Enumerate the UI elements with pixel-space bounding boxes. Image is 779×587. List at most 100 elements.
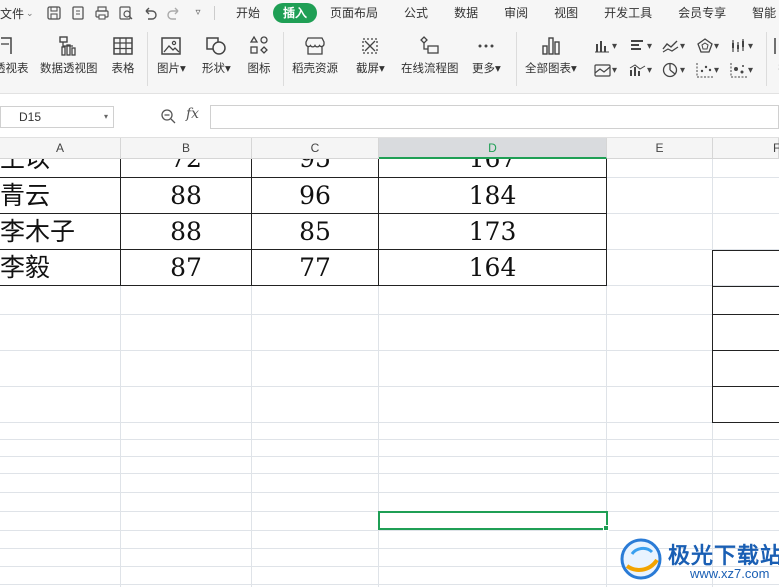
cell-name[interactable]: 李木子 [0, 214, 120, 250]
customize-toolbar-icon[interactable]: ▿ [190, 5, 206, 21]
print-preview-icon[interactable] [118, 5, 134, 21]
formula-bar: D15 ▾ fx [0, 94, 779, 138]
all-charts-label: 全部图表▾ [525, 63, 577, 75]
undo-icon[interactable] [142, 5, 158, 21]
export-pdf-icon[interactable] [70, 5, 86, 21]
combo-chart-button[interactable]: ▾ [629, 60, 652, 80]
picture-button[interactable]: 图片▾ [157, 34, 186, 76]
tab-view[interactable]: 视图 [541, 3, 591, 23]
chevron-down-icon[interactable]: ▾ [104, 107, 108, 127]
watermark-url: www.xz7.com [690, 566, 770, 581]
column-header-b[interactable]: B [121, 138, 252, 159]
line-chart-icon [662, 40, 679, 53]
screenshot-button[interactable]: 截屏▾ [356, 34, 385, 76]
pie-chart-icon [662, 62, 678, 78]
menu-bar: 文件 ⌄ ▿ 开始 插入 页面布局 公式 数据 审阅 视图 开发工具 会员专享 [0, 0, 779, 26]
spreadsheet-grid[interactable]: 王以 72 95 167 青云 88 96 184 李木子 88 85 173 … [0, 159, 779, 587]
table-border [606, 159, 607, 286]
more-button[interactable]: 更多▾ [472, 34, 501, 76]
divider [516, 32, 517, 86]
radar-chart-button[interactable]: ▾ [696, 36, 719, 56]
watermark: 极光下载站 www.xz7.com [612, 532, 779, 587]
grid-line [0, 422, 779, 423]
radar-chart-icon [697, 38, 713, 53]
tab-data[interactable]: 数据 [441, 3, 491, 23]
horizontal-bar-icon [631, 40, 643, 50]
tab-review[interactable]: 审阅 [491, 3, 541, 23]
zoom-icon[interactable] [160, 108, 176, 124]
redo-icon[interactable] [166, 5, 182, 21]
tab-home[interactable]: 开始 [223, 3, 273, 23]
tab-smart[interactable]: 智能 [739, 3, 776, 23]
column-header-f[interactable]: F [713, 138, 779, 159]
more-label: 更多▾ [472, 63, 501, 75]
cell-value[interactable]: 96 [252, 178, 378, 214]
fx-button[interactable]: fx [186, 106, 199, 122]
pivot-table-label: 透视表 [0, 63, 29, 75]
table-icon [113, 37, 133, 55]
cell-name[interactable]: 青云 [0, 178, 120, 214]
pivot-table-button[interactable]: 透视表 [0, 34, 29, 76]
divider [283, 32, 284, 86]
resources-button[interactable]: 稻壳资源 [292, 34, 338, 76]
column-chart-button[interactable]: ▾ [594, 36, 617, 56]
column-header-a[interactable]: A [0, 138, 121, 159]
cell-value[interactable]: 72 [121, 159, 251, 177]
pie-chart-button[interactable]: ▾ [662, 60, 685, 80]
cell-value[interactable]: 164 [379, 250, 606, 286]
file-menu[interactable]: 文件 ⌄ [0, 5, 44, 22]
tab-page-layout[interactable]: 页面布局 [317, 3, 391, 23]
divider [766, 32, 767, 86]
cell-value[interactable]: 85 [252, 214, 378, 250]
table-border [712, 286, 779, 287]
column-header-d[interactable]: D [379, 138, 607, 159]
column-header-c[interactable]: C [252, 138, 379, 159]
save-icon[interactable] [46, 5, 62, 21]
cell-value[interactable]: 87 [121, 250, 251, 286]
icon-button[interactable]: 图标 [247, 34, 271, 76]
tab-member[interactable]: 会员专享 [665, 3, 739, 23]
combo-chart-icon [629, 64, 646, 76]
cell-value[interactable]: 173 [379, 214, 606, 250]
insert-more-button[interactable]: 插 [772, 34, 779, 76]
cell-value[interactable]: 88 [121, 214, 251, 250]
grid-line [0, 314, 779, 315]
flowchart-button[interactable]: 在线流程图 [401, 34, 459, 76]
flowchart-icon [419, 36, 439, 54]
cell-name[interactable]: 王以 [0, 159, 120, 177]
tab-developer[interactable]: 开发工具 [591, 3, 665, 23]
formula-input[interactable] [210, 105, 779, 129]
grid-line [0, 350, 779, 351]
scatter-chart-button[interactable]: ▾ [696, 60, 719, 80]
print-icon[interactable] [94, 5, 110, 21]
stock-chart-icon [732, 39, 744, 52]
active-cell-selection[interactable] [378, 511, 608, 530]
cell-value[interactable]: 95 [252, 159, 378, 177]
column-header-e[interactable]: E [607, 138, 713, 159]
icon-label: 图标 [247, 63, 271, 75]
fill-handle[interactable] [603, 525, 609, 531]
bubble-chart-button[interactable]: ▾ [730, 60, 753, 80]
cell-value[interactable]: 88 [121, 178, 251, 214]
table-border [712, 350, 779, 351]
tab-insert[interactable]: 插入 [273, 3, 318, 23]
divider [214, 6, 215, 20]
shape-button[interactable]: 形状▾ [202, 34, 231, 76]
ribbon-toolbar: 透视表 数据透视图 表格 图片▾ 形状▾ 图标 稻壳资源 截屏▾ 在线流程图 更… [0, 26, 779, 94]
cell-name[interactable]: 李毅 [0, 250, 120, 286]
all-charts-button[interactable]: 全部图表▾ [525, 34, 577, 76]
bar-chart-horizontal-button[interactable]: ▾ [629, 36, 652, 56]
name-box[interactable]: D15 ▾ [0, 106, 114, 128]
cell-value[interactable]: 77 [252, 250, 378, 286]
cell-value[interactable]: 167 [379, 159, 606, 177]
cell-value[interactable]: 184 [379, 178, 606, 214]
tab-formulas[interactable]: 公式 [391, 3, 441, 23]
table-border [712, 386, 779, 387]
stock-chart-button[interactable]: ▾ [730, 36, 753, 56]
line-chart-button[interactable]: ▾ [662, 36, 685, 56]
pivot-chart-button[interactable]: 数据透视图 [40, 34, 98, 76]
table-button[interactable]: 表格 [111, 34, 135, 76]
chevron-down-icon: ⌄ [26, 7, 34, 18]
flowchart-label: 在线流程图 [401, 63, 459, 75]
area-chart-button[interactable]: ▾ [594, 60, 617, 80]
